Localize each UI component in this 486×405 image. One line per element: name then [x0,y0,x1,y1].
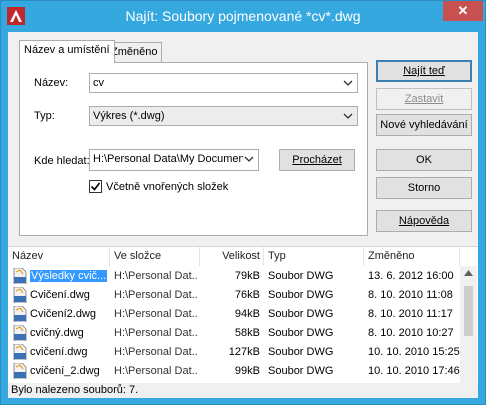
dialog-body: Název a umístění Změněno Název: cv Typ: … [8,32,478,398]
dwg-file-icon [13,268,27,284]
vertical-scrollbar[interactable] [460,266,477,384]
type-label: Typ: [34,110,55,122]
cell-name: cvičení.dwg [30,346,88,358]
cell-type: Soubor DWG [268,270,334,282]
lookin-value: H:\Personal Data\My Documents [93,153,254,165]
cell-size: 94kB [234,308,260,320]
column-header-type[interactable]: Typ [264,247,364,266]
column-header-modified[interactable]: Změněno [364,247,460,266]
table-row[interactable]: Výsledky cvič... H:\Personal Dat... 79kB So… [8,268,460,285]
ok-button[interactable]: OK [376,149,472,171]
cell-modified: 13. 6. 2012 16:00 [368,270,454,282]
lookin-combobox[interactable]: H:\Personal Data\My Documents [89,149,259,171]
table-row[interactable]: Cvičení2.dwg H:\Personal Dat... 94kB Soubor… [8,306,460,323]
name-value: cv [93,77,104,89]
tab-label: Změněno [111,46,158,58]
subfolders-checkbox[interactable] [89,180,102,193]
help-button[interactable]: Nápověda [376,210,472,232]
find-dialog-window: Najít: Soubory pojmenované *cv*.dwg ✕ Ná… [0,0,486,405]
cell-name: Cvičení.dwg [30,289,90,301]
cell-modified: 8. 10. 2010 10:27 [368,327,454,339]
status-bar: Bylo nalezeno souborů: 7. [8,383,478,398]
cell-folder: H:\Personal Dat... [114,289,198,301]
close-button[interactable]: ✕ [443,1,483,21]
type-value: Výkres (*.dwg) [93,110,165,122]
table-row[interactable]: Cvičení.dwg H:\Personal Dat... 76kB Soubor … [8,287,460,304]
dwg-file-icon [13,306,27,322]
cell-size: 99kB [234,365,260,377]
cell-name: Cvičení2.dwg [30,308,97,320]
cell-type: Soubor DWG [268,289,334,301]
dwg-file-icon [13,325,27,341]
checkmark-icon [90,182,101,191]
cell-size: 79kB [234,270,260,282]
results-list[interactable]: Název Ve složce Velikost Typ Změněno Výs… [8,246,478,384]
tab-label: Název a umístění [24,44,110,56]
find-now-button[interactable]: Najít teď [376,60,472,82]
type-dropdown[interactable]: Výkres (*.dwg) [89,106,358,126]
stop-button[interactable]: Zastavit [376,88,472,110]
column-header-folder[interactable]: Ve složce [110,247,200,266]
cell-modified: 8. 10. 2010 11:08 [368,289,453,301]
cell-name: Výsledky cvič... [30,270,108,282]
cell-folder: H:\Personal Dat... [114,346,198,358]
cell-type: Soubor DWG [268,346,334,358]
chevron-down-icon [343,113,353,119]
chevron-down-icon [243,153,255,165]
cell-type: Soubor DWG [268,308,334,320]
table-row[interactable]: cvičení.dwg H:\Personal Dat... 127kB Soubor… [8,344,460,361]
dwg-file-icon [13,287,27,303]
cell-modified: 8. 10. 2010 11:17 [368,308,453,320]
cell-size: 127kB [228,346,260,358]
subfolders-label: Včetně vnořených složek [106,181,229,193]
browse-button[interactable]: Procházet [279,149,355,171]
title-bar[interactable]: Najít: Soubory pojmenované *cv*.dwg ✕ [1,1,485,31]
cell-folder: H:\Personal Dat... [114,270,198,282]
cell-name: cvičení_2.dwg [30,365,100,377]
cell-size: 76kB [234,289,260,301]
cancel-button[interactable]: Storno [376,177,472,199]
tab-panel: Název: cv Typ: Výkres (*.dwg) Kde hledat… [19,62,368,236]
cell-folder: H:\Personal Dat... [114,327,198,339]
chevron-down-icon [343,80,353,86]
cell-modified: 10. 10. 2010 15:25 [368,346,460,358]
table-row[interactable]: cvičení_2.dwg H:\Personal Dat... 99kB Soubo… [8,363,460,380]
lookin-label: Kde hledat: [34,155,90,167]
cell-size: 58kB [234,327,260,339]
cell-type: Soubor DWG [268,327,334,339]
name-combobox[interactable]: cv [89,73,358,93]
cell-type: Soubor DWG [268,365,334,377]
cell-folder: H:\Personal Dat... [114,308,198,320]
column-header-size[interactable]: Velikost [200,247,264,266]
scroll-thumb[interactable] [464,286,473,336]
column-header-name[interactable]: Název [8,247,110,266]
scroll-up-arrow-icon[interactable] [464,270,473,276]
new-search-button[interactable]: Nové vyhledávání [376,114,472,136]
window-title: Najít: Soubory pojmenované *cv*.dwg [125,8,361,24]
tab-name-location[interactable]: Název a umístění [19,40,115,63]
name-label: Název: [34,77,69,89]
cell-name: cvičný.dwg [30,327,84,339]
dwg-file-icon [13,363,27,379]
cell-modified: 10. 10. 2010 17:46 [368,365,460,377]
cell-folder: H:\Personal Dat... [114,365,198,377]
table-row[interactable]: cvičný.dwg H:\Personal Dat... 58kB Soubor D… [8,325,460,342]
dwg-file-icon [13,344,27,360]
